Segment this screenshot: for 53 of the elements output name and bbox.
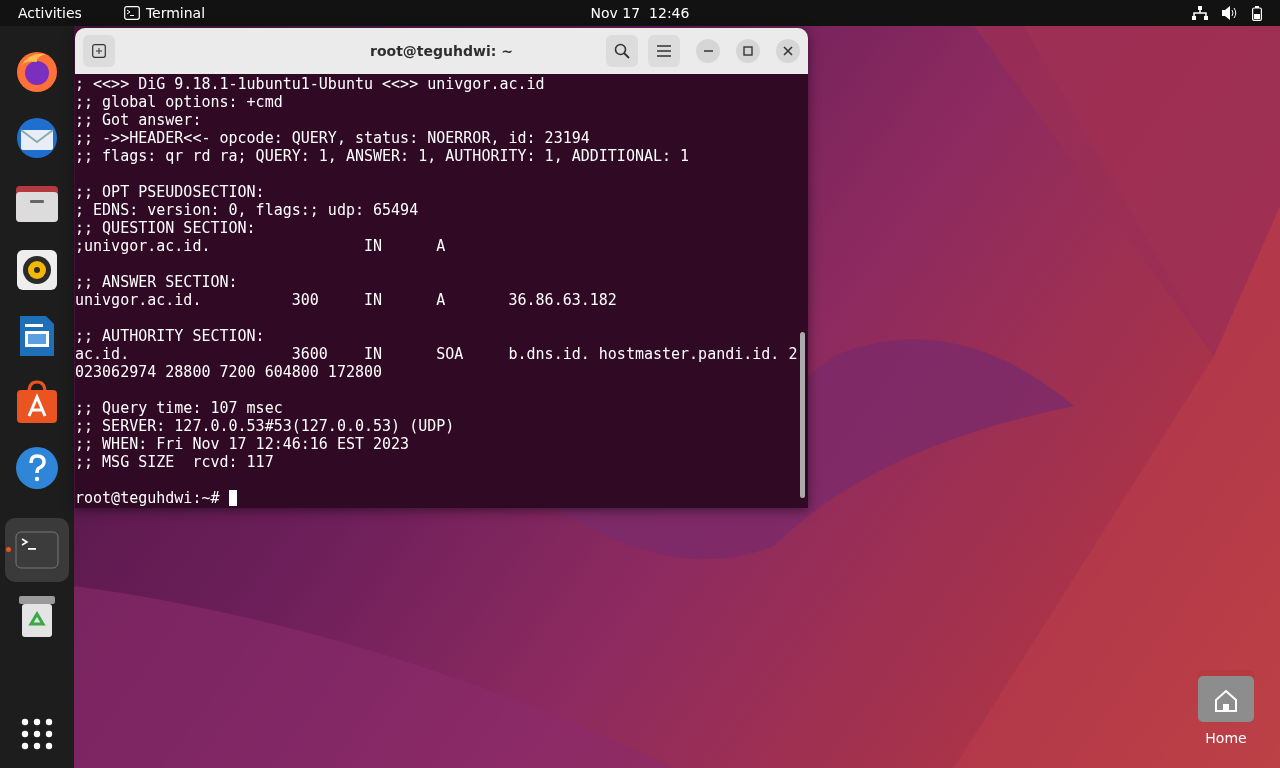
minimize-button[interactable] xyxy=(696,39,720,63)
close-button[interactable] xyxy=(776,39,800,63)
minimize-icon xyxy=(703,50,713,52)
terminal-output-line: ;; SERVER: 127.0.0.53#53(127.0.0.53) (UDP) xyxy=(75,417,455,435)
terminal-output-line: ; <<>> DiG 9.18.1-1ubuntu1-Ubuntu <<>> univgor.ac.id xyxy=(75,75,545,93)
terminal-output-line: univgor.ac.id. 300 IN A 36.86.63.182 xyxy=(75,291,617,309)
clock[interactable]: Nov 17 12:46 xyxy=(590,5,690,21)
text-cursor xyxy=(228,490,237,506)
terminal-output-line: ;; OPT PSEUDOSECTION: xyxy=(75,183,265,201)
terminal-output-line: ;; flags: qr rd ra; QUERY: 1, ANSWER: 1, AUTHORITY: 1, ADDITIONAL: 1 xyxy=(75,147,690,165)
terminal-output-line: 023062974 28800 7200 604800 172800 xyxy=(75,363,383,381)
terminal-output-line: ;; Got answer: xyxy=(75,111,202,129)
app-menu[interactable]: Terminal xyxy=(145,5,206,21)
search-icon xyxy=(614,43,630,59)
menu-button[interactable] xyxy=(648,35,680,67)
terminal-output-line: ;; WHEN: Fri Nov 17 12:46:16 EST 2023 xyxy=(75,435,410,453)
terminal-output-line: ;; QUESTION SECTION: xyxy=(75,219,256,237)
maximize-button[interactable] xyxy=(736,39,760,63)
folder-icon xyxy=(15,184,59,224)
running-indicator xyxy=(6,547,11,552)
speaker-icon xyxy=(17,250,57,290)
desktop-icon-label[interactable]: Home xyxy=(1205,730,1247,746)
new-tab-button[interactable] xyxy=(83,35,115,67)
browser-icon xyxy=(15,50,59,94)
terminal-output-line: ;univgor.ac.id. IN A xyxy=(75,237,446,255)
battery-icon[interactable] xyxy=(1252,5,1262,21)
document-icon xyxy=(18,314,56,358)
terminal-output-line: ac.id. 3600 IN SOA b.dns.id. hostmaster.pandi.id. 2 xyxy=(75,345,798,363)
window-title: root@teguhdwi: ~ xyxy=(370,43,513,59)
volume-icon[interactable] xyxy=(1222,6,1238,20)
terminal-output-line: ; EDNS: version: 0, flags:; udp: 65494 xyxy=(75,201,419,219)
home-folder-icon[interactable] xyxy=(1198,670,1254,722)
shopping-bag-icon xyxy=(15,380,59,424)
close-icon xyxy=(783,46,793,56)
terminal-icon xyxy=(123,6,140,20)
terminal-output-line: ;; global options: +cmd xyxy=(75,93,283,111)
maximize-icon xyxy=(743,46,753,56)
network-icon[interactable] xyxy=(1192,6,1208,20)
recycle-bin-icon xyxy=(18,594,56,638)
shell-prompt: root@teguhdwi:~# xyxy=(75,489,220,507)
terminal-output-line: ;; ANSWER SECTION: xyxy=(75,273,238,291)
menu-icon xyxy=(657,45,671,57)
terminal-output-line: ;; MSG SIZE rcvd: 117 xyxy=(75,453,274,471)
search-button[interactable] xyxy=(606,35,638,67)
scrollbar[interactable] xyxy=(800,332,805,498)
terminal-icon xyxy=(15,531,59,569)
terminal-output-line: ;; ->>HEADER<<- opcode: QUERY, status: NOERROR, id: 23194 xyxy=(75,129,590,147)
terminal-output-line: ;; AUTHORITY SECTION: xyxy=(75,327,265,345)
app-grid-icon[interactable] xyxy=(21,718,53,750)
activities-button[interactable]: Activities xyxy=(0,5,100,21)
help-icon xyxy=(15,446,59,490)
plus-icon xyxy=(92,44,106,58)
terminal-output-line: ;; Query time: 107 msec xyxy=(75,399,283,417)
